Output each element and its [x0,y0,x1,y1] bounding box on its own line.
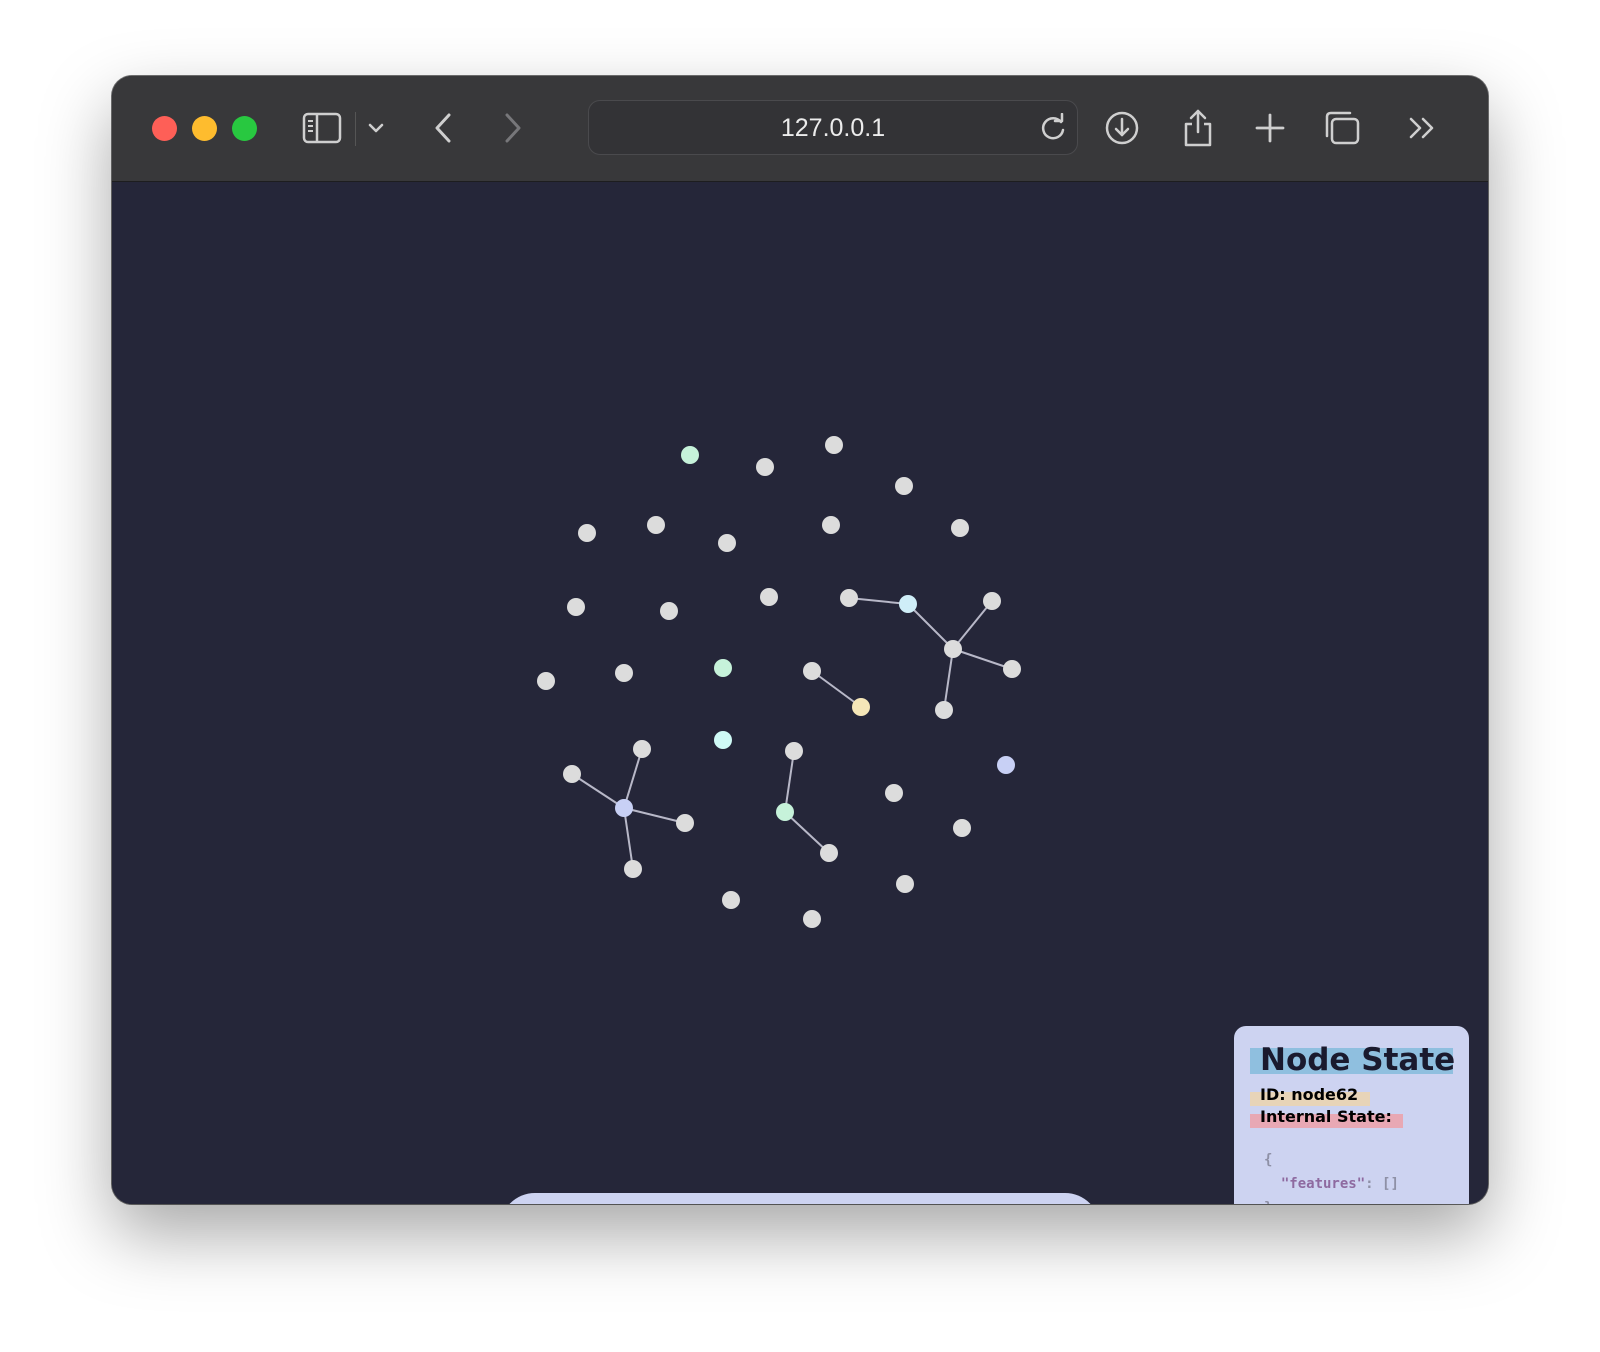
json-value: : [] [1365,1176,1399,1192]
browser-window: 127.0.0.1 Node State ID: node62 Internal… [112,76,1488,1204]
graph-node[interactable] [718,534,736,552]
graph-edge [623,748,643,809]
graph-node[interactable] [899,595,917,613]
graph-node[interactable] [660,602,678,620]
json-key: "features" [1280,1176,1366,1192]
graph-node[interactable] [803,662,821,680]
graph-node[interactable] [760,588,778,606]
graph-edge [811,670,862,708]
internal-state-json: { "features": [] } [1264,1148,1399,1204]
panel-title-highlight: Node State [1250,1042,1455,1078]
pagination-bar [500,1193,1100,1204]
graph-node[interactable] [785,742,803,760]
address-bar[interactable]: 127.0.0.1 [588,100,1078,155]
graph-node[interactable] [615,799,633,817]
graph-node[interactable] [1003,660,1021,678]
graph-node[interactable] [563,765,581,783]
graph-node[interactable] [647,516,665,534]
internal-state-label: Internal State: [1260,1107,1392,1126]
graph-node[interactable] [951,519,969,537]
graph-node[interactable] [676,814,694,832]
graph-node[interactable] [681,446,699,464]
node-id-highlight: ID: node62 [1250,1085,1370,1106]
tabs-overview-icon[interactable] [1320,106,1364,150]
new-tab-icon[interactable] [1250,106,1290,150]
toolbar-divider [355,112,356,146]
sidebar-icon[interactable] [300,106,344,150]
graph-node[interactable] [537,672,555,690]
graph-node[interactable] [567,598,585,616]
node-state-panel: Node State ID: node62 Internal State: { … [1234,1026,1469,1204]
graph-node[interactable] [997,756,1015,774]
more-icon[interactable] [1402,106,1442,150]
page-content: Node State ID: node62 Internal State: { … [112,182,1488,1204]
graph-node[interactable] [944,640,962,658]
graph-edge [952,600,993,650]
graph-edge [571,773,625,809]
graph-node[interactable] [953,819,971,837]
graph-node[interactable] [825,436,843,454]
graph-edge [907,603,954,650]
graph-node[interactable] [935,701,953,719]
graph-node[interactable] [633,740,651,758]
graph-node[interactable] [714,659,732,677]
json-close-brace: } [1264,1200,1272,1204]
graph-edge [784,750,795,813]
minimize-window-button[interactable] [192,116,217,141]
graph-node[interactable] [714,731,732,749]
graph-node[interactable] [803,910,821,928]
graph-node[interactable] [852,698,870,716]
graph-node[interactable] [895,477,913,495]
graph-edge [943,648,954,711]
json-open-brace: { [1264,1152,1273,1168]
graph-node[interactable] [840,589,858,607]
close-window-button[interactable] [152,116,177,141]
address-text: 127.0.0.1 [780,114,886,142]
graph-node[interactable] [820,844,838,862]
graph-node[interactable] [896,875,914,893]
graph-node[interactable] [615,664,633,682]
chevron-down-icon[interactable] [364,106,388,150]
graph-node[interactable] [578,524,596,542]
graph-edge [623,807,634,870]
graph-node[interactable] [776,803,794,821]
back-icon[interactable] [428,106,458,150]
graph-edge [623,807,686,824]
internal-state-highlight: Internal State: [1250,1107,1403,1128]
panel-title: Node State [1260,1042,1456,1078]
browser-toolbar: 127.0.0.1 [112,76,1488,182]
share-icon[interactable] [1178,106,1218,150]
graph-edges [571,597,1013,870]
node-id-label: ID: node62 [1260,1085,1359,1104]
graph-edge [952,648,1013,670]
reload-icon[interactable] [1039,112,1067,147]
download-icon[interactable] [1102,106,1142,150]
graph-node[interactable] [624,860,642,878]
graph-node[interactable] [885,784,903,802]
forward-icon[interactable] [498,106,528,150]
graph-node[interactable] [722,891,740,909]
graph-node[interactable] [756,458,774,476]
maximize-window-button[interactable] [232,116,257,141]
graph-edge [784,811,830,854]
graph-node[interactable] [822,516,840,534]
graph-node[interactable] [983,592,1001,610]
